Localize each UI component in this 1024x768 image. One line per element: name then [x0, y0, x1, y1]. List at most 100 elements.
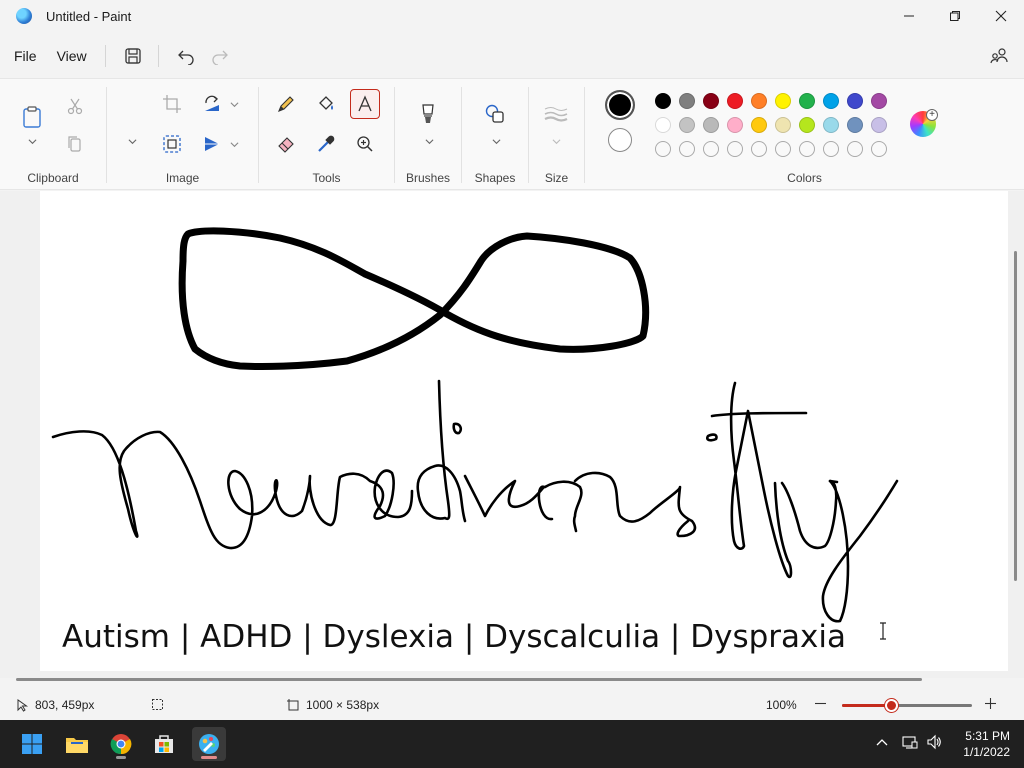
color-swatch[interactable] [679, 117, 695, 133]
pointer-icon [17, 698, 29, 712]
chrome-button[interactable] [104, 727, 138, 761]
zoom-in-button[interactable] [984, 697, 997, 710]
drawing-canvas[interactable]: Autism | ADHD | Dyslexia | Dyscalculia |… [40, 191, 1008, 671]
color-swatch[interactable] [751, 117, 767, 133]
color-swatch[interactable] [727, 141, 743, 157]
text-tool[interactable] [350, 89, 380, 119]
tools-group: Tools [259, 79, 394, 191]
network-button[interactable] [902, 734, 918, 750]
zoom-out-button[interactable] [814, 697, 827, 710]
color-swatch[interactable] [847, 117, 863, 133]
undo-button[interactable] [169, 41, 203, 71]
share-button[interactable] [984, 41, 1014, 71]
color-swatch[interactable] [823, 141, 839, 157]
color-swatch[interactable] [823, 117, 839, 133]
color-swatch[interactable] [679, 141, 695, 157]
color-swatch[interactable] [847, 141, 863, 157]
brushes-label: Brushes [405, 171, 451, 185]
copy-button[interactable] [60, 129, 90, 159]
show-hidden-icons-button[interactable] [874, 734, 890, 750]
color-swatch[interactable] [775, 141, 791, 157]
menu-separator [157, 45, 159, 67]
color-swatch[interactable] [871, 141, 887, 157]
volume-button[interactable] [926, 734, 942, 750]
paste-dropdown[interactable] [26, 135, 38, 147]
color-swatch[interactable] [823, 93, 839, 109]
menu-file[interactable]: File [4, 41, 47, 71]
magnifier-tool[interactable] [350, 129, 380, 159]
size-label: Size [544, 171, 569, 185]
color-swatch[interactable] [655, 117, 671, 133]
save-button[interactable] [116, 41, 150, 71]
color-swatch[interactable] [655, 93, 671, 109]
rotate-dropdown[interactable] [228, 98, 240, 110]
color-swatch[interactable] [703, 141, 719, 157]
rotate-icon [205, 95, 219, 111]
zoom-level[interactable]: 100% [766, 698, 797, 712]
color-swatch[interactable] [775, 93, 791, 109]
color-swatch[interactable] [679, 93, 695, 109]
chevron-down-icon [492, 138, 500, 144]
color-swatch[interactable] [775, 117, 791, 133]
color-swatch[interactable] [727, 117, 743, 133]
rotate-button[interactable] [197, 89, 227, 119]
minimize-button[interactable] [886, 0, 932, 32]
zoom-slider[interactable] [842, 699, 972, 712]
chevron-down-icon [552, 138, 560, 144]
canvas-size-icon [287, 698, 299, 710]
resize-button[interactable] [157, 129, 187, 159]
color-swatch[interactable] [871, 93, 887, 109]
color-swatch[interactable] [751, 93, 767, 109]
pencil-tool[interactable] [271, 89, 301, 119]
brushes-dropdown[interactable] [423, 135, 435, 147]
chevron-down-icon [28, 138, 36, 144]
color-swatch[interactable] [799, 141, 815, 157]
eyedropper-icon [318, 135, 335, 152]
title-bar: Untitled - Paint [0, 0, 1024, 32]
cut-button[interactable] [60, 91, 90, 121]
secondary-color-swatch[interactable] [608, 128, 632, 152]
color-swatch[interactable] [847, 93, 863, 109]
fill-tool[interactable] [311, 89, 341, 119]
paint-taskbar-button[interactable] [192, 727, 226, 761]
file-explorer-button[interactable] [60, 727, 94, 761]
primary-color-swatch[interactable] [605, 90, 635, 120]
clipboard-label: Clipboard [27, 171, 79, 185]
redo-button[interactable] [203, 41, 237, 71]
menu-view[interactable]: View [47, 41, 97, 71]
close-button[interactable] [978, 0, 1024, 32]
color-swatch[interactable] [799, 93, 815, 109]
start-button[interactable] [15, 727, 49, 761]
paint-app-icon [16, 8, 32, 24]
color-swatch[interactable] [727, 93, 743, 109]
speaker-icon [927, 734, 941, 750]
color-swatch[interactable] [655, 141, 671, 157]
vertical-scrollbar[interactable] [1014, 251, 1017, 581]
shapes-button[interactable] [480, 99, 510, 129]
horizontal-scrollbar[interactable] [16, 678, 922, 681]
color-swatch[interactable] [799, 117, 815, 133]
size-button[interactable] [541, 99, 571, 129]
color-swatch[interactable] [703, 117, 719, 133]
flip-button[interactable] [197, 129, 227, 159]
color-swatch[interactable] [751, 141, 767, 157]
color-picker-tool[interactable] [311, 129, 341, 159]
windows-start-icon [22, 734, 42, 754]
taskbar-clock[interactable]: 5:31 PM 1/1/2022 [963, 728, 1010, 760]
microsoft-store-button[interactable] [147, 727, 181, 761]
shapes-dropdown[interactable] [490, 135, 502, 147]
zoom-slider-thumb[interactable] [885, 699, 899, 712]
maximize-button[interactable] [932, 0, 978, 32]
paste-button[interactable] [16, 99, 48, 135]
flip-dropdown[interactable] [228, 138, 240, 150]
clock-time: 5:31 PM [965, 729, 1010, 743]
color-swatch[interactable] [871, 117, 887, 133]
color-swatch[interactable] [703, 93, 719, 109]
eraser-tool[interactable] [271, 129, 301, 159]
size-dropdown[interactable] [550, 135, 562, 147]
crop-button[interactable] [157, 89, 187, 119]
store-icon [155, 735, 173, 753]
brushes-button[interactable] [413, 99, 443, 129]
folder-icon [66, 738, 88, 753]
select-dropdown[interactable] [126, 135, 138, 147]
